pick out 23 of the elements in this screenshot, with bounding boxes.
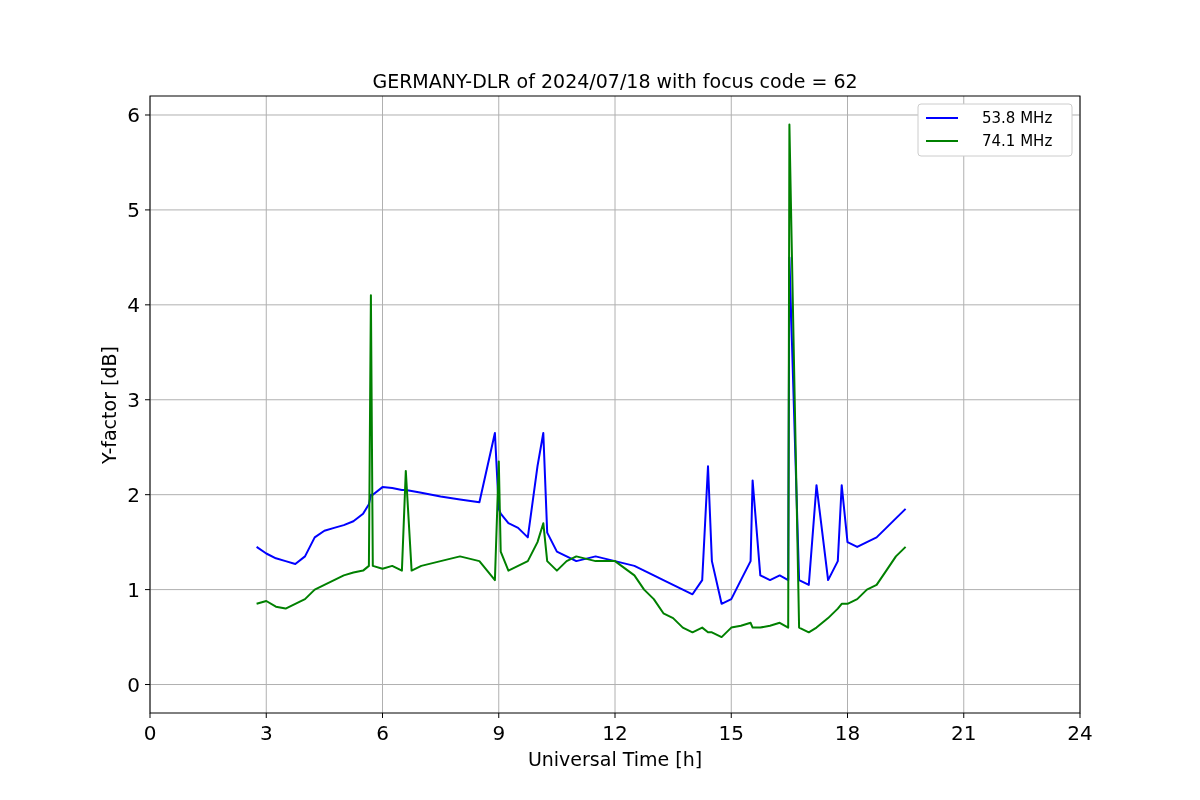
- y-tick-label: 1: [127, 577, 140, 602]
- x-tick-label: 12: [602, 721, 628, 745]
- x-axis-label: Universal Time [h]: [527, 748, 703, 770]
- y-tick-label: 6: [127, 103, 140, 127]
- y-tick-label: 2: [127, 482, 140, 507]
- x-tick-label: 0: [143, 721, 157, 745]
- y-tick-label: 5: [127, 197, 140, 222]
- legend-line: [925, 140, 959, 142]
- y-tick-label: 0: [127, 672, 140, 697]
- x-tick-label: 6: [376, 721, 389, 745]
- chart-title: GERMANY-DLR of 2024/07/18 with focus code = 62: [372, 70, 858, 92]
- x-tick-label: 24: [1067, 721, 1093, 745]
- x-tick-label: 3: [259, 721, 273, 745]
- legend-label: 74.1 MHz: [982, 132, 1053, 150]
- y-tick-label: 4: [127, 292, 140, 317]
- legend-label: 53.8 MHz: [982, 109, 1053, 127]
- y-axis-label: Y-factor [dB]: [98, 346, 120, 464]
- legend-line: [925, 117, 959, 119]
- x-tick-label: 15: [718, 721, 744, 745]
- x-tick-label: 9: [492, 721, 506, 745]
- y-tick-label: 3: [127, 387, 140, 412]
- x-tick-label: 18: [834, 721, 861, 745]
- x-tick-label: 21: [951, 721, 977, 745]
